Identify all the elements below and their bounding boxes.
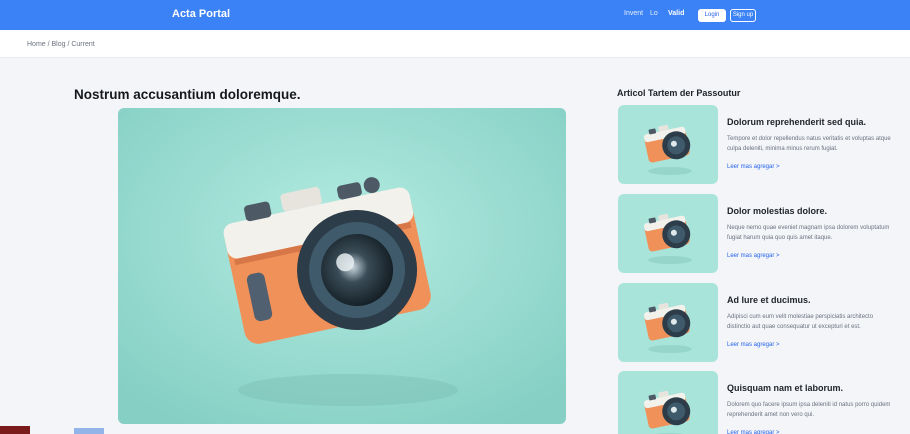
read-more-link[interactable]: Leer mas agregar > [727,430,780,434]
top-navbar: Acta Portal Invent Lo Valid Login Sign u… [0,0,910,30]
read-more-link[interactable]: Leer mas agregar > [727,164,780,170]
card-title[interactable]: Ad Iure et ducimus. [727,295,811,305]
nav-link-2[interactable]: Lo [650,10,658,17]
card-excerpt: Adipisci cum eum velit molestiae perspic… [727,314,874,330]
camera-thumbnail-icon [618,194,718,273]
login-button[interactable]: Login [698,9,726,22]
card-title[interactable]: Quisquam nam et laborum. [727,383,843,393]
card-excerpt: Tempore et dolor repellendus natus verit… [727,136,891,152]
nav-link-3[interactable]: Valid [668,10,684,17]
share-button[interactable] [74,428,104,434]
card-thumbnail[interactable] [618,371,718,434]
signup-button[interactable]: Sign up [730,9,756,22]
card-thumbnail[interactable] [618,194,718,273]
brand-logo[interactable]: Acta Portal [172,8,230,20]
corner-decoration [0,426,30,434]
card-excerpt: Neque nemo quae eveniet magnam ipsa dolo… [727,225,890,241]
camera-thumbnail-icon [618,283,718,362]
camera-thumbnail-icon [618,371,718,434]
card-title[interactable]: Dolor molestias dolore. [727,206,827,216]
read-more-link[interactable]: Leer mas agregar > [727,253,780,259]
breadcrumb[interactable]: Home / Blog / Current [27,41,95,48]
camera-illustration [118,108,566,424]
card-thumbnail[interactable] [618,283,718,362]
card-thumbnail[interactable] [618,105,718,184]
nav-link-1[interactable]: Invent [624,10,643,17]
camera-thumbnail-icon [618,105,718,184]
card-excerpt: Dolorem quo facere ipsum ipsa deleniti i… [727,402,891,418]
read-more-link[interactable]: Leer mas agregar > [727,342,780,348]
breadcrumb-bar: Home / Blog / Current [0,30,910,58]
article-image [118,108,566,424]
page-title: Nostrum accusantium doloremque. [74,87,301,102]
card-title[interactable]: Dolorum reprehenderit sed quia. [727,117,866,127]
sidebar-title: Articol Tartem der Passoutur [617,88,741,98]
